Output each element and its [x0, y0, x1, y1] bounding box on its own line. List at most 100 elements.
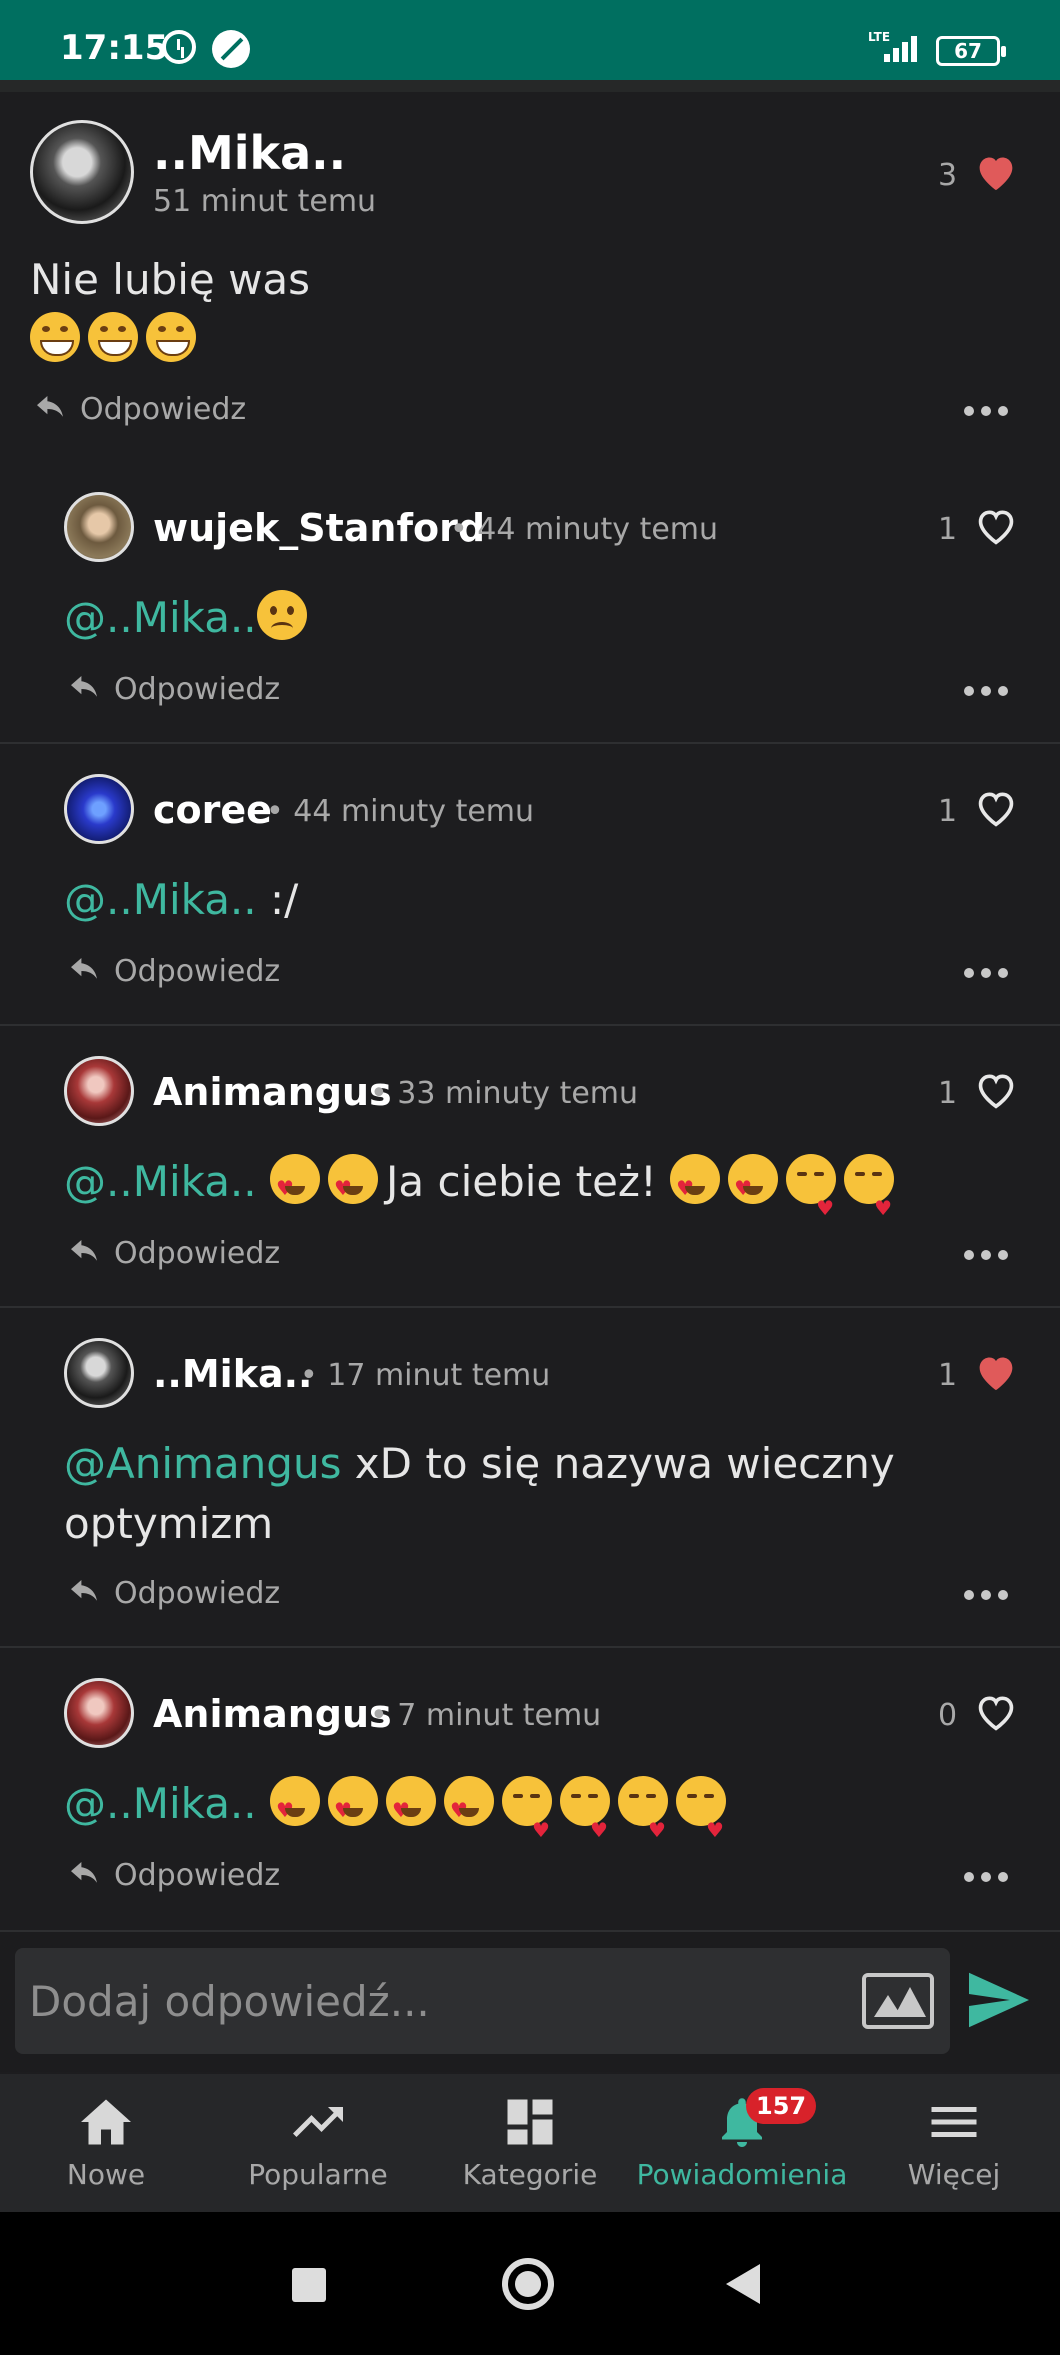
more-options-icon[interactable]	[964, 1872, 1008, 1884]
home-button-icon[interactable]	[502, 2258, 554, 2310]
status-time: 17:15	[60, 28, 169, 68]
nav-item-more[interactable]: Więcej	[848, 2074, 1060, 2212]
nav-label: Nowe	[66, 2158, 146, 2191]
avatar[interactable]	[64, 1056, 134, 1126]
battery-level: 67	[954, 39, 982, 63]
heart-eyes-emoji-icon	[444, 1776, 494, 1840]
user-mention[interactable]: @..Mika..	[64, 1157, 257, 1206]
comment-time: • 17 minut temu	[300, 1358, 551, 1393]
avatar[interactable]	[64, 492, 134, 562]
nav-label: Powiadomienia	[636, 2158, 848, 2191]
trending-icon	[293, 2107, 343, 2137]
comment-text: @Animangus xD to się nazywa wieczny	[64, 1434, 895, 1494]
nav-item-popular[interactable]: Popularne	[212, 2074, 424, 2212]
comment-author[interactable]: coree	[153, 788, 272, 832]
back-icon[interactable]	[726, 2264, 760, 2304]
heart-outline-icon[interactable]	[974, 1070, 1018, 1110]
comment-text: @..Mika.. Ja ciebie też!	[64, 1152, 902, 1238]
grin-emoji-icon	[30, 312, 80, 362]
reply-button[interactable]: Odpowiedz	[80, 392, 246, 427]
like-count: 1	[938, 512, 958, 547]
user-mention[interactable]: @..Mika..	[64, 875, 257, 924]
send-icon[interactable]	[965, 1970, 1033, 2030]
comment-time: • 33 minuty temu	[370, 1076, 639, 1111]
reply-icon[interactable]	[68, 676, 100, 702]
comment-author[interactable]: Animangus	[153, 1692, 392, 1736]
more-options-icon[interactable]	[964, 686, 1008, 698]
comment-body: :/	[256, 875, 299, 924]
comment-author[interactable]: ..Mika..	[153, 126, 346, 180]
comment-author[interactable]: Animangus	[153, 1070, 392, 1114]
heart-outline-icon[interactable]	[974, 506, 1018, 546]
comment-author[interactable]: wujek_Stanford	[153, 506, 485, 550]
home-icon	[81, 2099, 131, 2145]
heart-outline-icon[interactable]	[974, 1692, 1018, 1732]
heart-eyes-emoji-icon	[670, 1154, 721, 1218]
comment-time: 51 minut temu	[153, 184, 377, 219]
more-options-icon[interactable]	[964, 406, 1008, 418]
user-mention[interactable]: @..Mika..	[64, 1779, 257, 1828]
nav-item-new[interactable]: Nowe	[0, 2074, 212, 2212]
reply-comment: Animangus • 33 minuty temu 1 @..Mika.. J…	[0, 1024, 1060, 1306]
more-options-icon[interactable]	[964, 1590, 1008, 1602]
header-divider	[0, 80, 1060, 92]
nav-label: Więcej	[907, 2158, 1001, 2191]
comment-time: • 44 minuty temu	[450, 512, 719, 547]
user-mention[interactable]: @..Mika..	[64, 593, 257, 642]
reply-button[interactable]: Odpowiedz	[114, 954, 280, 989]
reply-button[interactable]: Odpowiedz	[114, 672, 280, 707]
system-navigation-bar	[0, 2212, 1060, 2355]
comment-text: @..Mika..	[64, 588, 315, 648]
bottom-navigation: Nowe Popularne Kategorie 157 Powiadomien…	[0, 2074, 1060, 2212]
recents-icon[interactable]	[292, 2268, 326, 2302]
reply-button[interactable]: Odpowiedz	[114, 1576, 280, 1611]
comment-text: @..Mika.. :/	[64, 870, 298, 930]
like-count: 1	[938, 794, 958, 829]
comment-body: xD to się nazywa wieczny	[341, 1439, 895, 1488]
reply-button[interactable]: Odpowiedz	[114, 1236, 280, 1271]
avatar[interactable]	[64, 1338, 134, 1408]
nav-label: Kategorie	[462, 2158, 598, 2191]
reply-icon[interactable]	[68, 1240, 100, 1266]
more-options-icon[interactable]	[964, 968, 1008, 980]
alarm-icon	[162, 30, 196, 64]
reply-comment: wujek_Stanford • 44 minuty temu 1 @..Mik…	[0, 464, 1060, 742]
comment-emojis	[30, 310, 204, 370]
comment-time: • 44 minuty temu	[266, 794, 535, 829]
like-count: 3	[938, 158, 958, 193]
battery-icon: 67	[936, 36, 1006, 66]
nav-item-notifications[interactable]: 157 Powiadomienia	[636, 2074, 848, 2212]
grin-emoji-icon	[88, 312, 138, 362]
kiss-emoji-icon	[786, 1154, 837, 1238]
image-attach-icon[interactable]	[862, 1973, 934, 2029]
heart-eyes-emoji-icon	[728, 1154, 779, 1218]
comment-body: Ja ciebie też!	[386, 1157, 657, 1206]
like-count: 1	[938, 1076, 958, 1111]
comment-text: Nie lubię was	[30, 255, 311, 304]
heart-icon[interactable]	[974, 1352, 1018, 1392]
reply-comment: ..Mika.. • 17 minut temu 1 @Animangus xD…	[0, 1306, 1060, 1646]
reply-icon[interactable]	[68, 1580, 100, 1606]
avatar[interactable]	[64, 774, 134, 844]
kiss-emoji-icon	[844, 1154, 895, 1238]
comment-author[interactable]: ..Mika..	[153, 1352, 313, 1396]
kiss-emoji-icon	[676, 1776, 726, 1860]
nav-item-categories[interactable]: Kategorie	[424, 2074, 636, 2212]
reply-icon[interactable]	[34, 396, 66, 422]
avatar[interactable]	[30, 120, 134, 224]
heart-eyes-emoji-icon	[270, 1154, 320, 1218]
reply-icon[interactable]	[68, 958, 100, 984]
more-options-icon[interactable]	[964, 1250, 1008, 1262]
sad-emoji-icon	[256, 590, 307, 640]
heart-eyes-emoji-icon	[270, 1776, 320, 1840]
reply-icon[interactable]	[68, 1862, 100, 1888]
heart-outline-icon[interactable]	[974, 788, 1018, 828]
reply-input[interactable]	[29, 1948, 829, 2054]
heart-icon[interactable]	[974, 152, 1018, 192]
reply-input-container	[15, 1948, 950, 2054]
user-mention[interactable]: @Animangus	[64, 1439, 341, 1488]
main-comment: ..Mika.. 51 minut temu 3 Nie lubię was O…	[0, 92, 1060, 452]
reply-button[interactable]: Odpowiedz	[114, 1858, 280, 1893]
avatar[interactable]	[64, 1678, 134, 1748]
kiss-emoji-icon	[618, 1776, 668, 1860]
